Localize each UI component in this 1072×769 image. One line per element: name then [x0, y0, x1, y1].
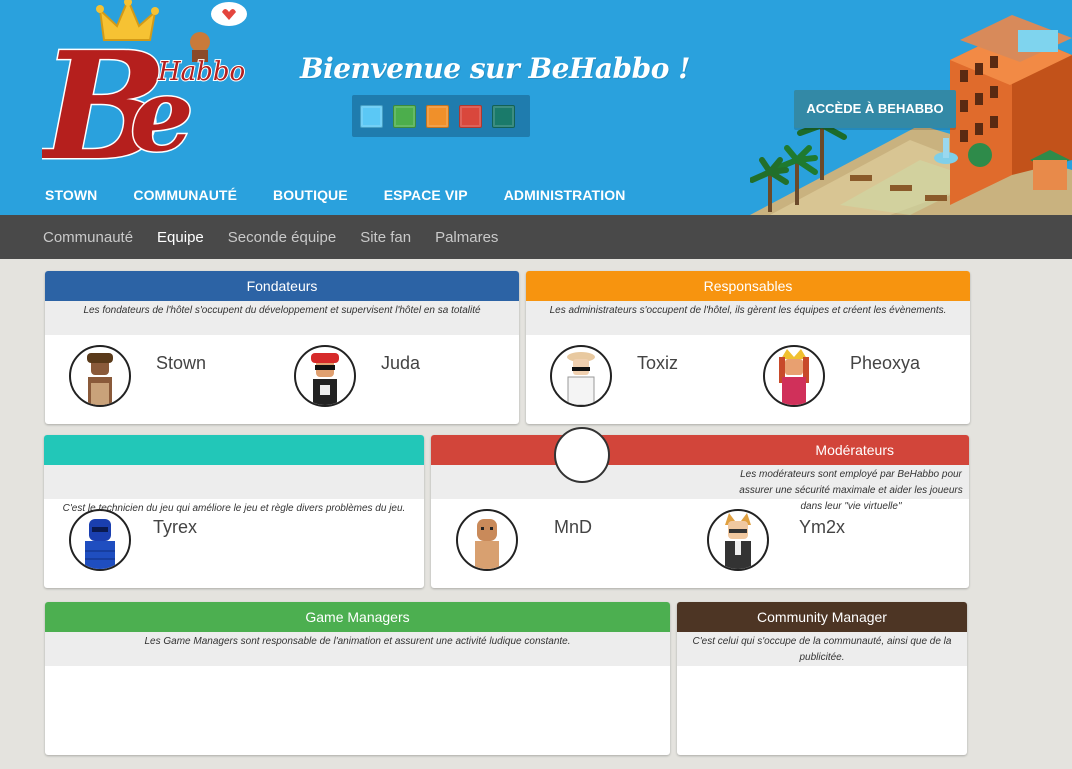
member-name[interactable]: Juda — [381, 353, 420, 374]
access-behabbo-button[interactable]: ACCÈDE À BEHABBO — [794, 90, 956, 128]
avatar[interactable] — [69, 509, 131, 571]
subnav-palmares[interactable]: Palmares — [435, 229, 498, 246]
welcome-title: Bienvenue sur BeHabbo ! — [300, 52, 690, 85]
member-card: Ym2x — [707, 509, 845, 571]
member-card: Pheoxya — [763, 345, 920, 407]
member-name[interactable]: Tyrex — [153, 517, 197, 538]
member-name[interactable]: Toxiz — [637, 353, 678, 374]
panel-title: Responsables — [526, 271, 970, 301]
subnav-site-fan[interactable]: Site fan — [360, 229, 411, 246]
member-name[interactable]: Stown — [156, 353, 206, 374]
panel-description: C'est celui qui s'occupe de la communaut… — [677, 632, 967, 666]
avatar[interactable] — [763, 345, 825, 407]
theme-swatch-teal[interactable] — [492, 104, 515, 128]
svg-text:Habbo: Habbo — [157, 57, 245, 87]
theme-swatch-orange[interactable] — [426, 104, 449, 128]
nav-communaute[interactable]: COMMUNAUTÉ — [133, 187, 237, 203]
avatar[interactable] — [550, 345, 612, 407]
nav-administration[interactable]: ADMINISTRATION — [504, 187, 626, 203]
panel-title: Modérateurs — [431, 435, 969, 465]
main-navigation: STOWN COMMUNAUTÉ BOUTIQUE ESPACE VIP ADM… — [45, 187, 625, 203]
member-card: MnD — [456, 509, 592, 571]
panel-title: Community Manager — [677, 602, 967, 632]
panel-description: Les fondateurs de l'hôtel s'occupent du … — [45, 301, 519, 335]
member-card: Tyrex — [69, 509, 197, 571]
nav-stown[interactable]: STOWN — [45, 187, 97, 203]
theme-color-picker — [352, 95, 530, 137]
theme-swatch-red[interactable] — [459, 104, 482, 128]
panel-community-manager: Community Manager C'est celui qui s'occu… — [677, 602, 967, 755]
member-name[interactable]: Ym2x — [799, 517, 845, 538]
theme-swatch-green[interactable] — [393, 104, 416, 128]
member-name[interactable]: Pheoxya — [850, 353, 920, 374]
member-card: Juda — [294, 345, 420, 407]
avatar[interactable] — [69, 345, 131, 407]
subnav-equipe[interactable]: Equipe — [157, 229, 204, 246]
subnav-communaute[interactable]: Communauté — [43, 229, 133, 246]
avatar[interactable] — [294, 345, 356, 407]
member-card: Stown — [69, 345, 206, 407]
panel-title: Fondateurs — [45, 271, 519, 301]
member-card: Toxiz — [550, 345, 678, 407]
sub-navigation: Communauté Equipe Seconde équipe Site fa… — [0, 215, 1072, 259]
panel-game-managers: Game Managers Les Game Managers sont res… — [45, 602, 670, 755]
panel-fondateurs: Fondateurs Les fondateurs de l'hôtel s'o… — [45, 271, 519, 424]
overlapping-avatar-circle — [554, 427, 610, 483]
subnav-seconde-equipe[interactable]: Seconde équipe — [228, 229, 336, 246]
panel-title: Game Managers — [45, 602, 670, 632]
behabbo-logo[interactable]: B e Habbo — [42, 0, 252, 185]
panel-description: Les administrateurs s'occupent de l'hôte… — [526, 301, 970, 335]
panel-description-text: Les modérateurs sont employé par BeHabbo… — [739, 469, 963, 512]
site-header: B e Habbo Bienvenue sur BeHabbo ! ACCÈDE… — [0, 0, 1072, 215]
panel-moderateurs: Modérateurs Les modérateurs sont employé… — [431, 435, 969, 588]
panel-description — [44, 465, 424, 499]
avatar[interactable] — [456, 509, 518, 571]
panel-title — [44, 435, 424, 465]
avatar[interactable] — [707, 509, 769, 571]
member-name[interactable]: MnD — [554, 517, 592, 538]
panel-description-text: C'est le technicien du jeu qui améliore … — [62, 503, 406, 514]
panel-description: Les Game Managers sont responsable de l'… — [45, 632, 670, 666]
nav-espace-vip[interactable]: ESPACE VIP — [384, 187, 468, 203]
panel-responsables: Responsables Les administrateurs s'occup… — [526, 271, 970, 424]
theme-swatch-light-blue[interactable] — [360, 104, 383, 128]
nav-boutique[interactable]: BOUTIQUE — [273, 187, 348, 203]
panel-technicien: Tyrex C'est le technicien du jeu qui amé… — [44, 435, 424, 588]
